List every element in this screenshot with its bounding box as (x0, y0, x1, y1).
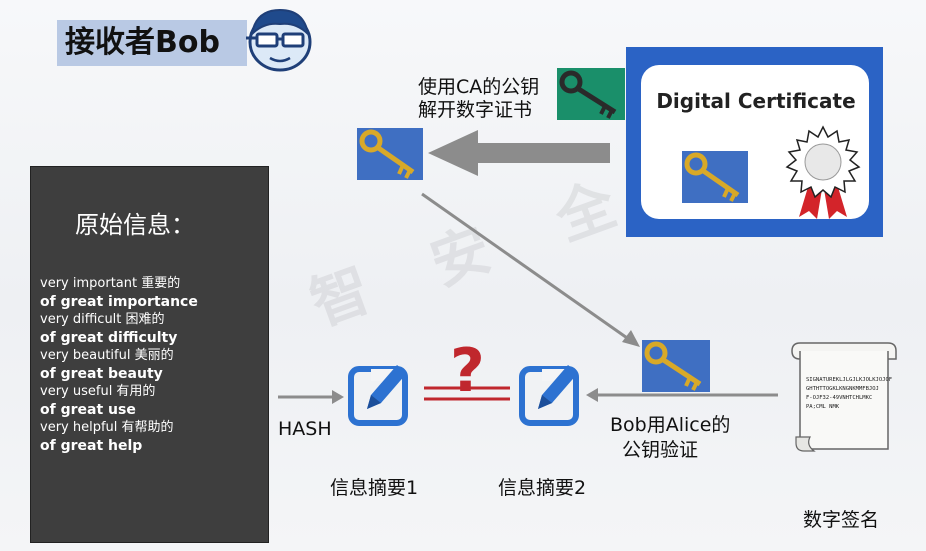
digest2-edit-icon (519, 365, 579, 426)
signature-label: 数字签名 (803, 509, 880, 531)
signature-text: SIGNATUREKLJLGJLKJOLKJOJOF GHTHTTOGKLKNG… (806, 376, 892, 412)
signature-text-line: GHTHTTOGKLKNGNKMMFBJOJ (806, 386, 879, 392)
verify-label-line1: Bob用Alice的 (610, 414, 731, 436)
big-left-arrow (428, 130, 610, 176)
flow-arrows (278, 130, 778, 404)
compare-question-mark: ? (450, 336, 485, 406)
signature-text-line: F-OJF32-49VNHTCHLMKC (806, 395, 873, 401)
signature-text-line: SIGNATUREKLJLGJLKJOLKJOJOF (806, 377, 893, 383)
hash-label: HASH (278, 418, 332, 440)
verify-label-line2: 公钥验证 (622, 439, 699, 461)
digest2-label: 信息摘要2 (498, 477, 587, 499)
diagonal-arrow (421, 192, 631, 342)
signature-text-line: PA;CML NMK (806, 404, 840, 410)
digest1-edit-icon (348, 365, 408, 426)
digest1-label: 信息摘要1 (330, 477, 419, 499)
